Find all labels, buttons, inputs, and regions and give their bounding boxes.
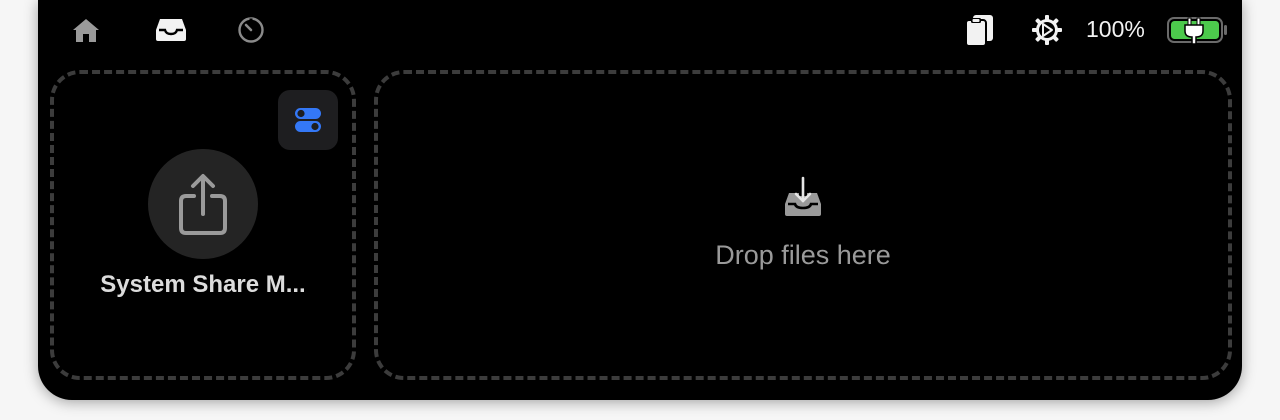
battery-icon[interactable] bbox=[1166, 15, 1230, 45]
gear-icon[interactable] bbox=[1030, 13, 1064, 47]
home-icon[interactable] bbox=[71, 16, 101, 44]
clipboard-icon[interactable] bbox=[963, 12, 997, 48]
system-share-button[interactable] bbox=[148, 149, 258, 259]
toggle-settings-button[interactable] bbox=[278, 90, 338, 150]
drop-zone[interactable] bbox=[374, 70, 1232, 380]
top-bar: 100% bbox=[38, 0, 1242, 58]
tray-download-icon bbox=[782, 176, 824, 223]
battery-percent-label: 100% bbox=[1086, 16, 1145, 42]
share-item-label: System Share M... bbox=[100, 271, 306, 298]
drop-files-label: Drop files here bbox=[715, 240, 891, 270]
app-window: 100% System Share M... Drop files here bbox=[38, 0, 1242, 400]
tray-icon[interactable] bbox=[154, 16, 188, 42]
share-icon bbox=[179, 174, 227, 235]
timer-icon[interactable] bbox=[236, 15, 266, 45]
toggle-switches-icon bbox=[295, 108, 321, 132]
